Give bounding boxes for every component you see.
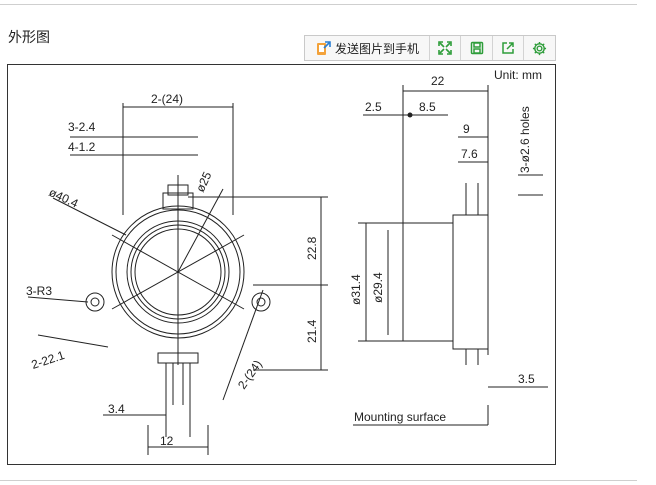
unit-label: Unit: mm bbox=[494, 68, 542, 82]
dim-2-24-top: 2-(24) bbox=[151, 92, 183, 106]
dim-12: 12 bbox=[160, 434, 174, 448]
save-button[interactable] bbox=[461, 36, 493, 60]
dim-7.6: 7.6 bbox=[461, 147, 478, 161]
top-divider bbox=[0, 4, 637, 5]
fullscreen-icon bbox=[438, 41, 453, 55]
datum-dot bbox=[407, 112, 413, 118]
dim-22: 22 bbox=[431, 74, 445, 88]
dim-4-1.2: 4-1.2 bbox=[68, 140, 96, 154]
share-button[interactable] bbox=[493, 36, 525, 60]
dim-9: 9 bbox=[463, 122, 470, 136]
dim-d40.4: ø40.4 bbox=[47, 185, 81, 211]
dim-2.5: 2.5 bbox=[365, 100, 382, 114]
drawing-canvas: Unit: mm 2-(24) 3-2.4 4-1.2 ø40.4 ø25 22… bbox=[26, 68, 548, 455]
dim-2-24-bottom: 2-(24) bbox=[235, 357, 265, 391]
settings-icon bbox=[533, 41, 547, 55]
dim-d25: ø25 bbox=[193, 169, 215, 194]
dim-3-2.4: 3-2.4 bbox=[68, 120, 96, 134]
dim-3.4: 3.4 bbox=[108, 402, 125, 416]
fullscreen-button[interactable] bbox=[430, 36, 462, 60]
dim-3.5: 3.5 bbox=[518, 372, 535, 386]
front-view bbox=[27, 103, 328, 455]
dim-d29.4: ø29.4 bbox=[371, 272, 385, 303]
mounting-surface-label: Mounting surface bbox=[354, 410, 446, 424]
dim-3-d2.6-holes: 3-ø2.6 holes bbox=[518, 106, 532, 173]
dim-21.4: 21.4 bbox=[305, 319, 319, 343]
dim-8.5: 8.5 bbox=[419, 100, 436, 114]
dim-d31.4: ø31.4 bbox=[349, 274, 363, 305]
save-icon bbox=[470, 41, 483, 55]
outline-drawing: Unit: mm 2-(24) 3-2.4 4-1.2 ø40.4 ø25 22… bbox=[7, 64, 556, 465]
image-toolbar: 发送图片到手机 bbox=[304, 35, 556, 61]
settings-button[interactable] bbox=[524, 36, 555, 60]
dim-2-22.1: 2-22.1 bbox=[30, 348, 67, 372]
bottom-divider bbox=[0, 480, 637, 481]
send-to-phone-label: 发送图片到手机 bbox=[334, 41, 419, 56]
dim-3-R3: 3-R3 bbox=[26, 284, 52, 298]
share-icon bbox=[502, 42, 514, 54]
send-to-phone-icon bbox=[316, 41, 331, 55]
section-title: 外形图 bbox=[8, 30, 50, 46]
send-to-phone-button[interactable]: 发送图片到手机 bbox=[305, 36, 430, 60]
dim-22.8: 22.8 bbox=[305, 236, 319, 260]
